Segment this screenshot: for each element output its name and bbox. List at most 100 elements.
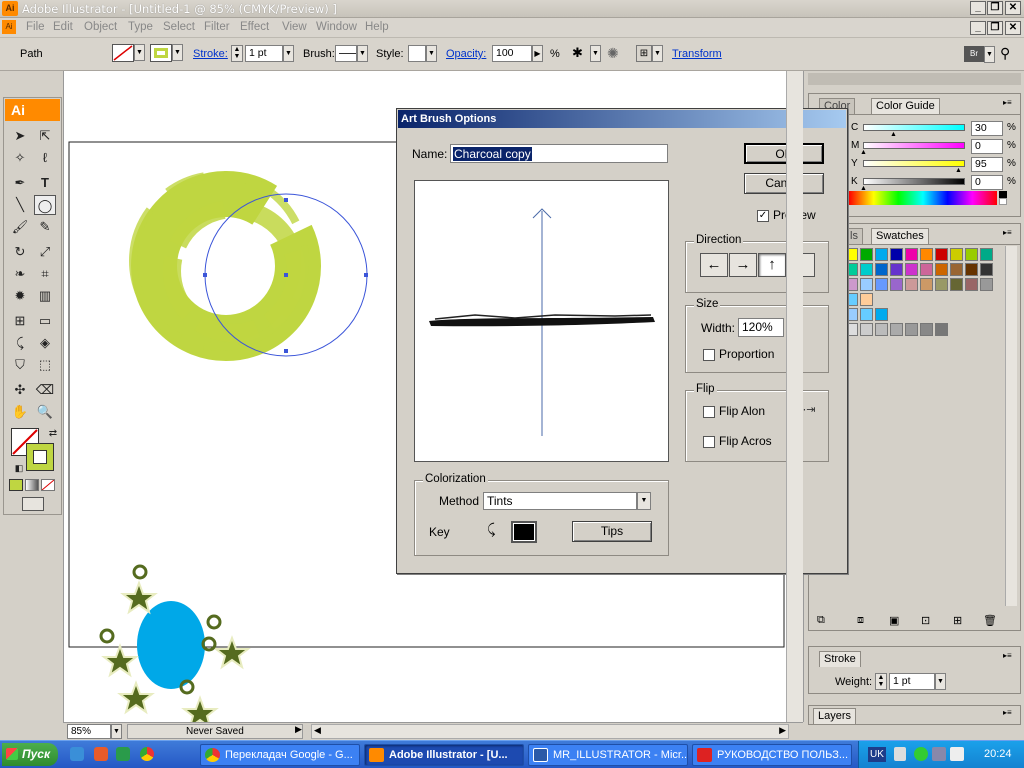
direction-up-button[interactable]: ↑ — [758, 253, 786, 277]
menu-type[interactable]: Type — [128, 21, 153, 33]
opacity-link[interactable]: Opacity: — [446, 48, 486, 60]
show-swatch-kinds-icon[interactable]: ⧈ — [857, 614, 864, 627]
stroke-weight-dropdown-icon[interactable]: ▼ — [283, 45, 294, 62]
swatch[interactable] — [890, 323, 903, 336]
swatch[interactable] — [920, 263, 933, 276]
stroke-swatch[interactable] — [150, 44, 172, 62]
swatch[interactable] — [860, 308, 873, 321]
swatch[interactable] — [905, 263, 918, 276]
fill-dropdown-icon[interactable]: ▼ — [134, 44, 145, 61]
method-dropdown-icon[interactable]: ▼ — [637, 492, 651, 510]
tray-icon-4[interactable] — [950, 747, 964, 761]
swatch[interactable] — [860, 278, 873, 291]
flip-across-checkbox[interactable] — [703, 436, 715, 448]
swatch[interactable] — [950, 278, 963, 291]
swatch[interactable] — [980, 263, 993, 276]
magic-wand-tool-icon[interactable]: ✧ — [9, 148, 31, 168]
tray-icon-2[interactable] — [914, 747, 928, 761]
swatch[interactable] — [965, 248, 978, 261]
ellipse-tool-icon[interactable]: ◯ — [34, 195, 56, 215]
gradient-tool-icon[interactable]: ▭ — [34, 311, 56, 331]
channel-value-field[interactable]: 30 — [971, 121, 1003, 136]
task-illustrator[interactable]: Adobe Illustrator - [U... — [364, 744, 524, 766]
swatch[interactable] — [860, 263, 873, 276]
direct-selection-tool-icon[interactable]: ⇱ — [34, 126, 56, 146]
restore-button[interactable]: ❐ — [987, 1, 1003, 15]
symbol-sprayer-tool-icon[interactable]: ✹ — [9, 286, 31, 306]
swatch[interactable] — [935, 278, 948, 291]
swatch[interactable] — [980, 278, 993, 291]
rotate-tool-icon[interactable]: ↻ — [9, 242, 31, 262]
status-info[interactable]: Never Saved — [127, 724, 303, 739]
live-paint-tool-icon[interactable]: ⛉ — [9, 355, 31, 375]
swatch[interactable] — [875, 263, 888, 276]
eyedropper-icon[interactable]: ⤹ — [487, 521, 495, 538]
close-button[interactable]: ✕ — [1005, 1, 1021, 15]
swatch[interactable] — [980, 248, 993, 261]
key-color-swatch[interactable] — [511, 521, 537, 543]
swatch[interactable] — [875, 308, 888, 321]
swatch[interactable] — [920, 278, 933, 291]
vertical-scrollbar[interactable] — [786, 71, 803, 722]
preview-checkbox[interactable]: ✓ — [757, 210, 769, 222]
fill-swatch[interactable] — [112, 44, 134, 62]
black-swatch[interactable] — [999, 191, 1007, 198]
task-word[interactable]: MR_ILLUSTRATOR - Micr... — [528, 744, 688, 766]
dock-header[interactable] — [808, 73, 1021, 85]
menu-edit[interactable]: Edit — [53, 21, 73, 33]
direction-right-button[interactable]: → — [729, 253, 757, 277]
quicklaunch-app-icon[interactable] — [94, 747, 108, 761]
name-field[interactable]: Charcoal copy — [450, 144, 668, 163]
tips-button[interactable]: Tips — [572, 521, 652, 542]
stroke-weight-field[interactable]: 1 pt — [245, 45, 283, 62]
swatch[interactable] — [860, 293, 873, 306]
swatch[interactable] — [875, 323, 888, 336]
slice-tool-icon[interactable]: ✣ — [9, 380, 31, 400]
menu-view[interactable]: View — [282, 21, 307, 33]
recolor-dropdown-icon[interactable]: ▼ — [590, 45, 601, 62]
swatches-menu-icon[interactable]: ▸≡ — [1003, 228, 1012, 237]
swatch[interactable] — [935, 248, 948, 261]
swatch[interactable] — [875, 278, 888, 291]
opacity-field[interactable]: 100 — [492, 45, 532, 62]
swatches-scrollbar[interactable] — [1005, 246, 1017, 606]
tab-stroke[interactable]: Stroke — [819, 651, 861, 667]
swatch[interactable] — [905, 278, 918, 291]
swatch[interactable] — [890, 248, 903, 261]
paintbrush-tool-icon[interactable]: 🖌 — [9, 217, 31, 237]
stroke-panel-stepper[interactable]: ▲ ▼ — [875, 673, 887, 690]
scale-tool-icon[interactable]: ⤢ — [34, 242, 56, 262]
eraser-tool-icon[interactable]: ⌫ — [34, 380, 56, 400]
stroke-dropdown-icon[interactable]: ▼ — [172, 44, 183, 61]
brush-field[interactable] — [335, 45, 357, 62]
horizontal-scrollbar[interactable]: ◀ ▶ — [311, 724, 789, 739]
swatch-options-icon[interactable]: ▣ — [889, 614, 899, 627]
swatch[interactable] — [890, 263, 903, 276]
bridge-dropdown-icon[interactable]: ▼ — [984, 46, 995, 63]
direction-left-button[interactable]: ← — [700, 253, 728, 277]
swatch[interactable] — [935, 323, 948, 336]
proportion-checkbox[interactable] — [703, 349, 715, 361]
isolate-icon[interactable]: ✺ — [607, 45, 625, 62]
task-pdf[interactable]: РУКОВОДСТВО ПОЛЬЗ... — [692, 744, 852, 766]
swatch-libraries-icon[interactable]: ⧉ — [817, 614, 825, 627]
mesh-tool-icon[interactable]: ⊞ — [9, 311, 31, 331]
tab-color-guide[interactable]: Color Guide — [871, 98, 940, 114]
menu-help[interactable]: Help — [365, 21, 389, 33]
zoom-field[interactable]: 85% — [67, 724, 111, 739]
lasso-tool-icon[interactable]: ℓ — [34, 148, 56, 168]
swatch[interactable] — [860, 248, 873, 261]
opacity-dropdown-icon[interactable]: ▶ — [532, 45, 543, 62]
line-tool-icon[interactable]: ╲ — [9, 195, 31, 215]
quicklaunch-excel-icon[interactable] — [116, 747, 130, 761]
width-field[interactable]: 120% — [738, 318, 784, 337]
search-icon[interactable]: ⚲ — [1000, 45, 1010, 62]
method-select[interactable]: Tints — [483, 492, 637, 510]
swatch[interactable] — [950, 263, 963, 276]
tray-icon-3[interactable] — [932, 747, 946, 761]
channel-slider-thumb[interactable]: ▲ — [890, 131, 897, 138]
doc-minimize-button[interactable]: _ — [970, 21, 986, 35]
tab-layers[interactable]: Layers — [813, 708, 857, 724]
menu-object[interactable]: Object — [84, 21, 117, 33]
menu-file[interactable]: File — [26, 21, 45, 33]
